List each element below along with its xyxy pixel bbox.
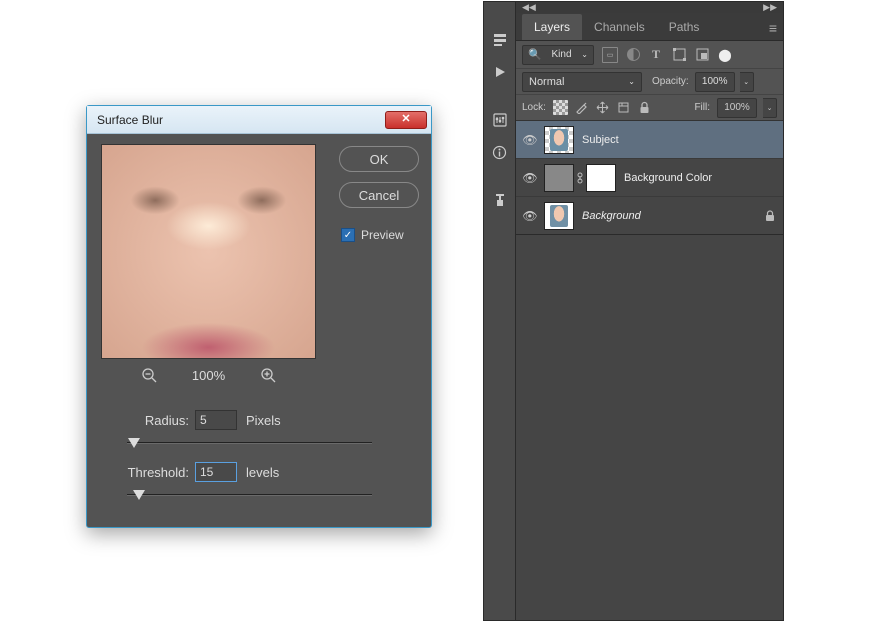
preview-checkbox-row[interactable]: ✓ Preview <box>341 228 419 242</box>
blend-mode-dropdown[interactable]: Normal ⌄ <box>522 72 642 92</box>
info-panel-icon[interactable] <box>487 139 513 165</box>
threshold-slider[interactable] <box>127 490 372 504</box>
layer-name[interactable]: Background Color <box>624 172 775 184</box>
opacity-dropdown-button[interactable]: ⌄ <box>740 72 754 92</box>
threshold-label: Threshold: <box>127 465 189 480</box>
search-icon: 🔍 <box>528 48 542 61</box>
collapse-right-icon: ▶▶ <box>763 2 777 13</box>
tab-paths[interactable]: Paths <box>657 14 712 40</box>
lock-pixels-icon[interactable] <box>574 100 589 115</box>
threshold-param: Threshold: levels <box>127 462 372 504</box>
preview-checkbox-label: Preview <box>361 228 404 242</box>
cancel-button[interactable]: Cancel <box>339 182 419 208</box>
layer-row-background-color[interactable]: Background Color <box>516 159 783 197</box>
actions-panel-icon[interactable] <box>487 59 513 85</box>
blend-mode-row: Normal ⌄ Opacity: 100% ⌄ <box>516 69 783 95</box>
layers-list: Subject Background Color Background <box>516 121 783 620</box>
threshold-slider-thumb[interactable] <box>133 490 145 500</box>
properties-panel-icon[interactable] <box>487 107 513 133</box>
check-icon: ✓ <box>344 230 352 241</box>
eye-icon <box>522 170 537 185</box>
zoom-controls: 100% <box>101 366 316 384</box>
zoom-out-button[interactable] <box>140 366 158 384</box>
filter-pixel-icon[interactable]: ▭ <box>602 47 618 63</box>
zoom-in-button[interactable] <box>259 366 277 384</box>
layer-name[interactable]: Subject <box>582 134 775 146</box>
panel-tool-column <box>484 2 516 620</box>
layer-name[interactable]: Background <box>582 210 765 222</box>
radius-input[interactable] <box>195 410 237 430</box>
layer-thumbnail[interactable] <box>544 126 574 154</box>
surface-blur-dialog: Surface Blur ✕ 100% OK Cancel ✓ Preview <box>86 105 432 528</box>
dialog-titlebar[interactable]: Surface Blur ✕ <box>87 106 431 134</box>
fill-value[interactable]: 100% <box>717 98 757 118</box>
dialog-title: Surface Blur <box>97 113 385 127</box>
panel-collapse-bar[interactable]: ◀◀ ▶▶ <box>516 2 783 13</box>
clone-source-panel-icon[interactable] <box>487 187 513 213</box>
lock-artboard-icon[interactable] <box>616 100 631 115</box>
layer-mask-thumbnail[interactable] <box>586 164 616 192</box>
panel-tabs: Layers Channels Paths ≡ <box>516 13 783 41</box>
lock-transparency-icon[interactable] <box>553 100 568 115</box>
radius-slider-thumb[interactable] <box>128 438 140 448</box>
close-icon: ✕ <box>401 114 410 125</box>
panel-main: ◀◀ ▶▶ Layers Channels Paths ≡ 🔍 Kind ⌄ ▭ … <box>516 2 783 620</box>
filter-shape-icon[interactable] <box>671 47 687 63</box>
panel-menu-button[interactable]: ≡ <box>769 20 777 40</box>
fill-label: Fill: <box>694 102 710 113</box>
dialog-buttons: OK Cancel ✓ Preview <box>339 146 419 242</box>
lock-position-icon[interactable] <box>595 100 610 115</box>
radius-label: Radius: <box>127 413 189 428</box>
mask-link-icon[interactable] <box>574 172 586 184</box>
lock-indicator-icon <box>765 210 775 222</box>
eye-icon <box>522 132 537 147</box>
tab-layers[interactable]: Layers <box>522 14 582 40</box>
layer-filter-row: 🔍 Kind ⌄ ▭ T ⬤ <box>516 41 783 69</box>
filter-adjustment-icon[interactable] <box>625 47 641 63</box>
opacity-value[interactable]: 100% <box>695 72 735 92</box>
radius-unit: Pixels <box>246 413 281 428</box>
lock-label: Lock: <box>522 102 546 113</box>
opacity-label: Opacity: <box>652 76 689 87</box>
layer-thumbnail[interactable] <box>544 202 574 230</box>
zoom-in-icon <box>260 367 276 383</box>
filter-type-icon[interactable]: T <box>648 47 664 63</box>
layer-row-subject[interactable]: Subject <box>516 121 783 159</box>
threshold-unit: levels <box>246 465 279 480</box>
history-panel-icon[interactable] <box>487 27 513 53</box>
zoom-percent: 100% <box>192 368 225 383</box>
filter-kind-dropdown[interactable]: 🔍 Kind ⌄ <box>522 45 594 65</box>
visibility-toggle[interactable] <box>516 170 544 185</box>
collapse-left-icon: ◀◀ <box>522 2 536 13</box>
zoom-out-icon <box>141 367 157 383</box>
close-button[interactable]: ✕ <box>385 111 427 129</box>
menu-icon: ≡ <box>769 20 777 36</box>
filter-kind-label: Kind <box>551 49 571 60</box>
radius-slider[interactable] <box>127 438 372 452</box>
filter-smart-icon[interactable] <box>694 47 710 63</box>
tab-channels[interactable]: Channels <box>582 14 657 40</box>
preview-checkbox[interactable]: ✓ <box>341 228 355 242</box>
layers-panel: ◀◀ ▶▶ Layers Channels Paths ≡ 🔍 Kind ⌄ ▭ … <box>483 1 784 621</box>
threshold-input[interactable] <box>195 462 237 482</box>
eye-icon <box>522 208 537 223</box>
chevron-down-icon: ⌄ <box>628 77 635 86</box>
visibility-toggle[interactable] <box>516 208 544 223</box>
filter-toggle-icon[interactable]: ⬤ <box>717 47 733 63</box>
visibility-toggle[interactable] <box>516 132 544 147</box>
lock-row: Lock: Fill: 100% ⌄ <box>516 95 783 121</box>
ok-button[interactable]: OK <box>339 146 419 172</box>
layer-thumbnail[interactable] <box>544 164 574 192</box>
dialog-body: 100% OK Cancel ✓ Preview Radius: Pixels <box>87 134 431 527</box>
fill-dropdown-button[interactable]: ⌄ <box>763 98 777 118</box>
blend-mode-value: Normal <box>529 76 564 88</box>
lock-all-icon[interactable] <box>637 100 652 115</box>
layer-row-background[interactable]: Background <box>516 197 783 235</box>
chevron-down-icon: ⌄ <box>581 50 588 59</box>
radius-param: Radius: Pixels <box>127 410 372 452</box>
preview-image[interactable] <box>101 144 316 359</box>
